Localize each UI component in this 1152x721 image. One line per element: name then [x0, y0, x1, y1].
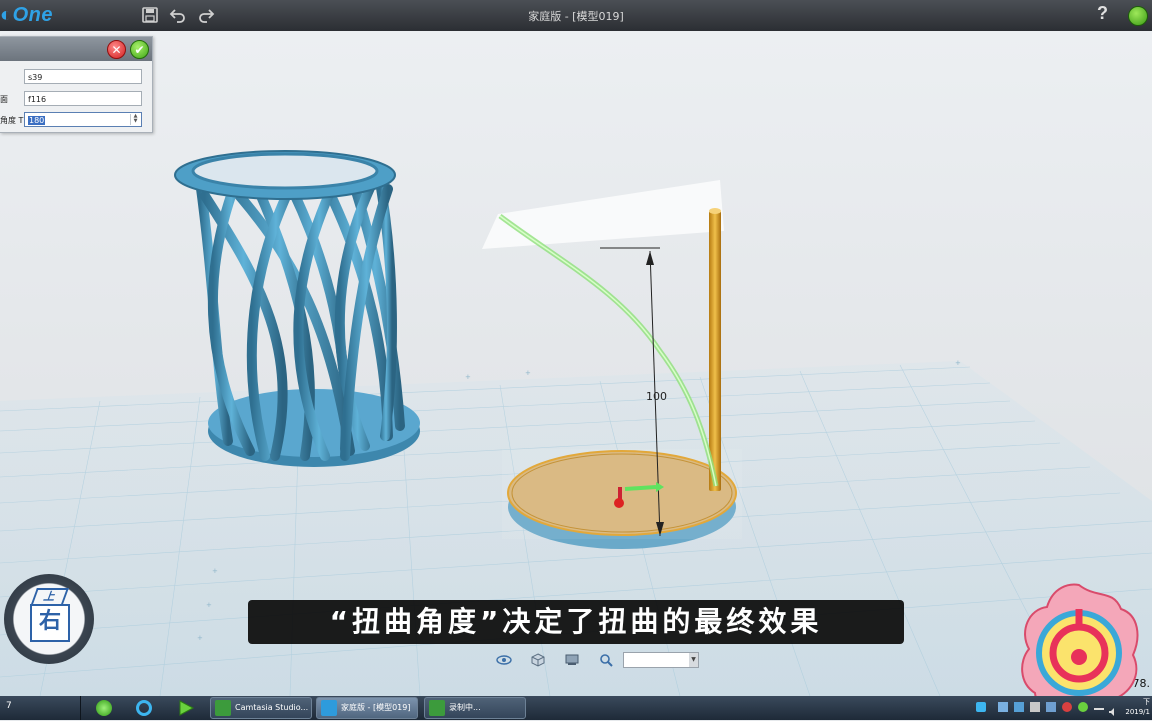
window-title: 家庭版 - [模型019]	[528, 10, 624, 23]
scene-canvas: + + + + + +	[0, 150, 1152, 696]
help-button[interactable]: ?	[1097, 3, 1108, 24]
view-cube-top[interactable]: 上	[31, 588, 69, 604]
svg-text:+: +	[525, 369, 531, 377]
clock-line-2: 2019/1	[1125, 708, 1150, 716]
tray-green-icon[interactable]	[1078, 702, 1088, 712]
angle-spinner[interactable]: ▲ ▼	[130, 114, 140, 125]
svg-text:+: +	[206, 601, 212, 609]
pinned-app-green-icon[interactable]	[90, 698, 118, 718]
pinned-app-q-icon[interactable]	[130, 698, 158, 718]
taskbar-left-area: 7	[0, 696, 81, 720]
vertical-rod[interactable]	[709, 208, 721, 491]
svg-text:+: +	[955, 359, 961, 367]
tray-monitor-icon[interactable]	[1014, 702, 1024, 712]
tray-volume-icon[interactable]	[1108, 702, 1118, 716]
svg-text:+: +	[212, 567, 218, 575]
cube-icon[interactable]	[529, 651, 547, 669]
twisted-basket-model[interactable]	[174, 150, 420, 467]
video-subtitle: “扭曲角度”决定了扭曲的最终效果	[248, 600, 904, 644]
title-bar: ◐One 家庭版 - [模型019] ?	[0, 0, 1152, 31]
os-taskbar: 7 Camtasia Studio... 家庭版 - [模型019] 录制中..…	[0, 696, 1152, 720]
task-3done-label: 家庭版 - [模型019]	[341, 703, 411, 712]
pinned-app-play-icon[interactable]	[172, 698, 200, 718]
confirm-icon[interactable]: ✔	[130, 40, 149, 59]
view-cube[interactable]: 上 右	[4, 574, 94, 664]
chevron-down-icon[interactable]: ▼	[689, 653, 698, 667]
status-indicator-icon[interactable]	[1128, 6, 1148, 26]
task-3done[interactable]: 家庭版 - [模型019]	[316, 697, 418, 719]
top-reference-plane[interactable]	[482, 180, 724, 249]
angle-value: 180	[28, 116, 46, 125]
zoom-icon[interactable]	[597, 651, 615, 669]
tray-app-icon[interactable]	[976, 702, 986, 712]
svg-text:+: +	[197, 634, 203, 642]
task-recording[interactable]: 录制中...	[424, 697, 526, 719]
layers-icon[interactable]	[563, 651, 581, 669]
angle-label: 角度 T	[0, 116, 24, 125]
task-camtasia[interactable]: Camtasia Studio...	[210, 697, 312, 719]
tray-network-icon[interactable]	[998, 702, 1008, 712]
clock[interactable]: 下 2019/1	[1125, 697, 1150, 717]
dimension-value[interactable]: 100	[646, 390, 667, 403]
tray-signal-icon[interactable]	[1094, 702, 1104, 710]
face-field[interactable]: f116	[24, 91, 142, 106]
3d-viewport[interactable]: + + + + + + ✕ ✔ s39 面 f116 角度 T 180 ▲ ▼ 100 “…	[0, 31, 1152, 696]
twist-property-panel: ✕ ✔ s39 面 f116 角度 T 180 ▲ ▼	[0, 36, 153, 133]
panel-row-object: s39	[0, 69, 152, 87]
svg-text:+: +	[465, 373, 471, 381]
camtasia-icon	[215, 700, 231, 716]
taskbar-left-number: 7	[6, 701, 12, 711]
tray-sync-icon[interactable]	[1046, 702, 1056, 712]
eye-icon[interactable]	[495, 651, 513, 669]
object-field[interactable]: s39	[24, 69, 142, 84]
panel-header: ✕ ✔	[0, 37, 152, 61]
angle-field[interactable]: 180 ▲ ▼	[24, 112, 142, 127]
tray-device-icon[interactable]	[1030, 702, 1040, 712]
zoom-dropdown[interactable]: ▼	[623, 652, 699, 668]
panel-row-angle: 角度 T 180 ▲ ▼	[0, 112, 152, 130]
bottom-view-toolbar: ▼	[495, 651, 705, 671]
view-cube-right-face[interactable]: 右	[30, 604, 70, 642]
school-watermark-logo	[1021, 583, 1139, 696]
face-label: 面	[0, 95, 8, 104]
3done-icon	[321, 700, 337, 716]
task-camtasia-label: Camtasia Studio...	[235, 703, 309, 712]
cancel-icon[interactable]: ✕	[107, 40, 126, 59]
clock-line-1: 下	[1143, 698, 1150, 706]
system-tray: 下 2019/1	[970, 696, 1152, 720]
tray-alert-icon[interactable]	[1062, 702, 1072, 712]
panel-row-face: 面 f116	[0, 91, 152, 109]
task-recording-label: 录制中...	[449, 703, 481, 712]
recording-icon	[429, 700, 445, 716]
